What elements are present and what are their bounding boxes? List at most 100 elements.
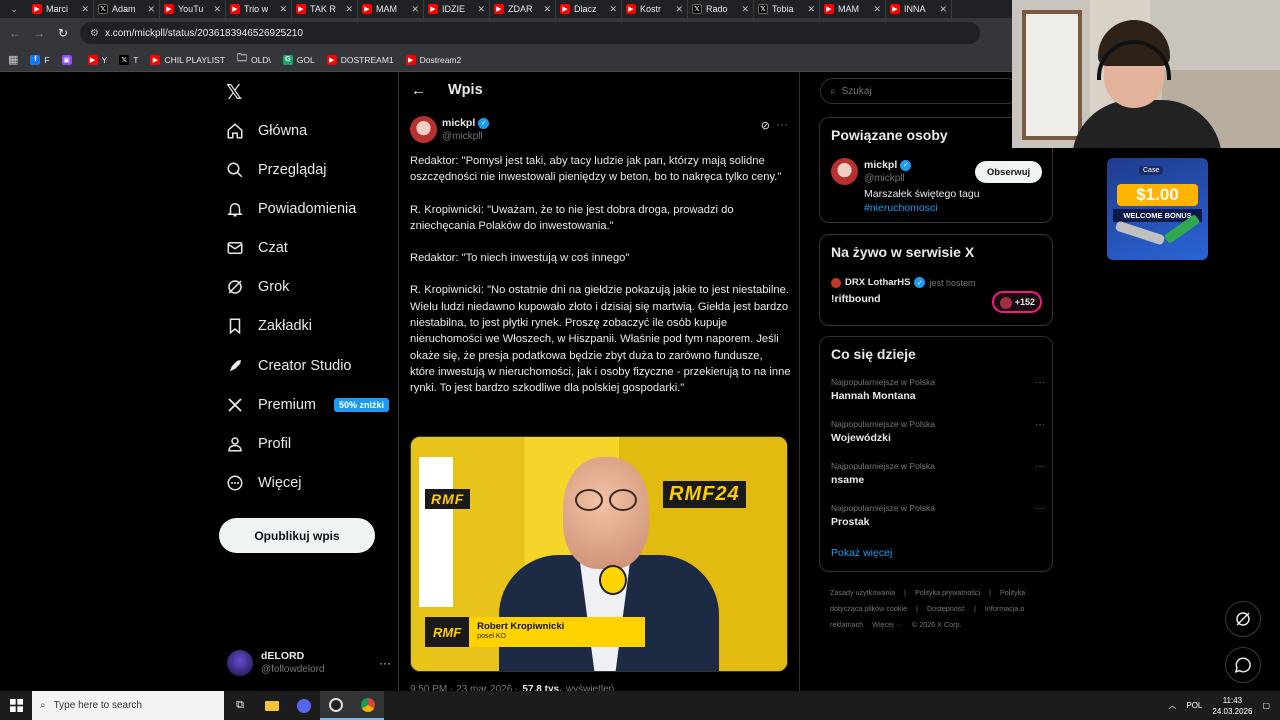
bookmark-item[interactable]: G GOL	[282, 54, 315, 65]
show-more-link[interactable]: Pokaż więcej	[831, 547, 892, 559]
nav-item-mail[interactable]: Czat	[226, 239, 288, 257]
footer-link[interactable]: Więcej ···	[872, 620, 903, 629]
publish-post-button[interactable]: Opublikuj wpis	[219, 518, 375, 553]
footer-link[interactable]: Polityka prywatności	[915, 588, 980, 597]
discord-button[interactable]	[288, 691, 320, 720]
close-icon[interactable]: ✕	[543, 4, 551, 15]
post-video[interactable]: RMF RMF24 RMF Robert Kropiwnicki poseł K…	[410, 436, 788, 672]
browser-tab[interactable]: ▶ Dlacz ✕	[556, 0, 622, 18]
bookmark-item[interactable]: ▶ CHIL PLAYLIST	[150, 54, 225, 65]
close-icon[interactable]: ✕	[939, 4, 947, 15]
footer-link[interactable]: © 2026 X Corp.	[912, 620, 962, 629]
browser-tab[interactable]: 𝕏 Adam ✕	[94, 0, 160, 18]
follow-button[interactable]: Obserwuj	[975, 161, 1042, 183]
author-handle[interactable]: @mickpll	[442, 131, 483, 142]
browser-tab[interactable]: 𝕏 Rado ✕	[688, 0, 754, 18]
close-icon[interactable]: ✕	[741, 4, 749, 15]
footer-link[interactable]: Dostępność	[927, 604, 965, 613]
more-options-icon[interactable]: ···	[379, 656, 391, 670]
clock[interactable]: 11:43 24.03.2026	[1212, 695, 1252, 717]
more-options-icon[interactable]: ···	[776, 117, 788, 131]
back-arrow-icon[interactable]: ←	[8, 26, 22, 40]
notification-icon[interactable]: ▢	[1262, 701, 1270, 710]
search-input[interactable]	[841, 85, 1002, 97]
trend-item[interactable]: Najpopularniejsze w Polska nsame ···	[831, 461, 1045, 486]
nav-item-x[interactable]: Premium 50% zniżki	[226, 396, 390, 414]
more-options-icon[interactable]: ···	[1035, 503, 1045, 514]
taskbar-search[interactable]: ⌕ Type here to search	[32, 691, 224, 720]
close-icon[interactable]: ✕	[873, 4, 881, 15]
bookmark-item[interactable]: ▶ Dostream2	[405, 54, 461, 65]
bookmark-item[interactable]: ▶ Y	[87, 54, 107, 65]
browser-tab[interactable]: ▶ MAM ✕	[358, 0, 424, 18]
url-field[interactable]: ⚙ x.com/mickpll/status/20361839465269252…	[80, 22, 980, 44]
close-icon[interactable]: ✕	[411, 4, 419, 15]
more-options-icon[interactable]: ···	[1035, 377, 1045, 388]
browser-tab[interactable]: ▶ MAM ✕	[820, 0, 886, 18]
close-icon[interactable]: ✕	[345, 4, 353, 15]
author-name[interactable]: mickpl ✓	[442, 117, 490, 129]
messages-fab-button[interactable]	[1225, 647, 1261, 683]
nav-item-bookmark[interactable]: Zakładki	[226, 317, 312, 335]
obs-button[interactable]	[320, 691, 352, 720]
file-explorer-button[interactable]	[256, 691, 288, 720]
search-box[interactable]: ⌕	[820, 78, 1020, 104]
browser-tab[interactable]: ▶ IDZIE ✕	[424, 0, 490, 18]
site-settings-icon[interactable]: ⚙	[90, 28, 99, 39]
more-options-icon[interactable]: ···	[1035, 461, 1045, 472]
trend-item[interactable]: Najpopularniejsze w Polska Prostak ···	[831, 503, 1045, 528]
nav-item-search[interactable]: Przeglądaj	[226, 161, 327, 179]
related-avatar[interactable]	[831, 158, 858, 185]
close-icon[interactable]: ✕	[147, 4, 155, 15]
reload-icon[interactable]: ↻	[56, 26, 70, 40]
bookmark-item[interactable]: ▣	[61, 54, 76, 65]
browser-tab[interactable]: 𝕏 Tobia ✕	[754, 0, 820, 18]
browser-tab[interactable]: ▶ INNA ✕	[886, 0, 952, 18]
trend-item[interactable]: Najpopularniejsze w Polska Hannah Montana…	[831, 377, 1045, 402]
nav-item-rocket[interactable]: Creator Studio	[226, 357, 352, 375]
live-host-row[interactable]: DRX LotharHS ✓ jest hostem	[831, 277, 975, 288]
nav-item-bell[interactable]: Powiadomienia	[226, 200, 356, 218]
tray-chevron-icon[interactable]: ︿	[1168, 700, 1176, 711]
browser-tab[interactable]: ▶ YouTu ✕	[160, 0, 226, 18]
close-icon[interactable]: ✕	[807, 4, 815, 15]
bookmark-item[interactable]: fF	[30, 54, 50, 65]
listeners-badge[interactable]: +152	[992, 291, 1042, 313]
account-switcher[interactable]: dELORD @followdelord ···	[227, 647, 391, 679]
grok-icon[interactable]: ⊘	[761, 119, 770, 132]
task-view-button[interactable]: ⧉	[224, 691, 256, 720]
browser-tab[interactable]: ▶ ZDAR ✕	[490, 0, 556, 18]
related-hashtag[interactable]: #nieruchomosci	[864, 202, 938, 214]
start-button[interactable]	[0, 691, 32, 720]
close-icon[interactable]: ✕	[213, 4, 221, 15]
apps-grid-icon[interactable]: ▦	[8, 53, 18, 66]
trend-item[interactable]: Najpopularniejsze w Polska Wojewódzki ···	[831, 419, 1045, 444]
nav-item-more-circle[interactable]: Więcej	[226, 474, 302, 492]
back-arrow-icon[interactable]: ←	[411, 82, 426, 99]
close-icon[interactable]: ✕	[279, 4, 287, 15]
browser-tab[interactable]: ▶ Kostr ✕	[622, 0, 688, 18]
author-avatar[interactable]	[410, 116, 437, 143]
close-icon[interactable]: ✕	[477, 4, 485, 15]
browser-tab[interactable]: ▶ TAK R ✕	[292, 0, 358, 18]
close-icon[interactable]: ✕	[675, 4, 683, 15]
bookmark-item[interactable]: 𝕏T	[119, 54, 138, 65]
nav-item-grok[interactable]: Grok	[226, 278, 289, 296]
forward-arrow-icon[interactable]: →	[32, 26, 46, 40]
related-name[interactable]: mickpl ✓	[864, 159, 912, 171]
close-icon[interactable]: ✕	[609, 4, 617, 15]
live-space-title[interactable]: !riftbound	[831, 293, 881, 305]
nav-item-person[interactable]: Profil	[226, 435, 291, 453]
casino-ad-banner[interactable]: Case $1.00 WELCOME BONUS	[1107, 158, 1208, 260]
browser-tab[interactable]: ▶ Marci ✕	[28, 0, 94, 18]
grok-fab-button[interactable]	[1225, 601, 1261, 637]
related-handle[interactable]: @mickpll	[864, 173, 905, 184]
related-name-text[interactable]: mickpl	[864, 159, 897, 171]
close-icon[interactable]: ✕	[81, 4, 89, 15]
language-indicator[interactable]: POL	[1186, 701, 1202, 710]
url-text[interactable]: x.com/mickpll/status/2036183946526925210	[105, 28, 303, 39]
footer-link[interactable]: Zasady użytkowania	[830, 588, 895, 597]
x-logo-icon[interactable]: 𝕏	[226, 80, 242, 105]
author-name-text[interactable]: mickpl	[442, 117, 475, 129]
more-options-icon[interactable]: ···	[1035, 419, 1045, 430]
